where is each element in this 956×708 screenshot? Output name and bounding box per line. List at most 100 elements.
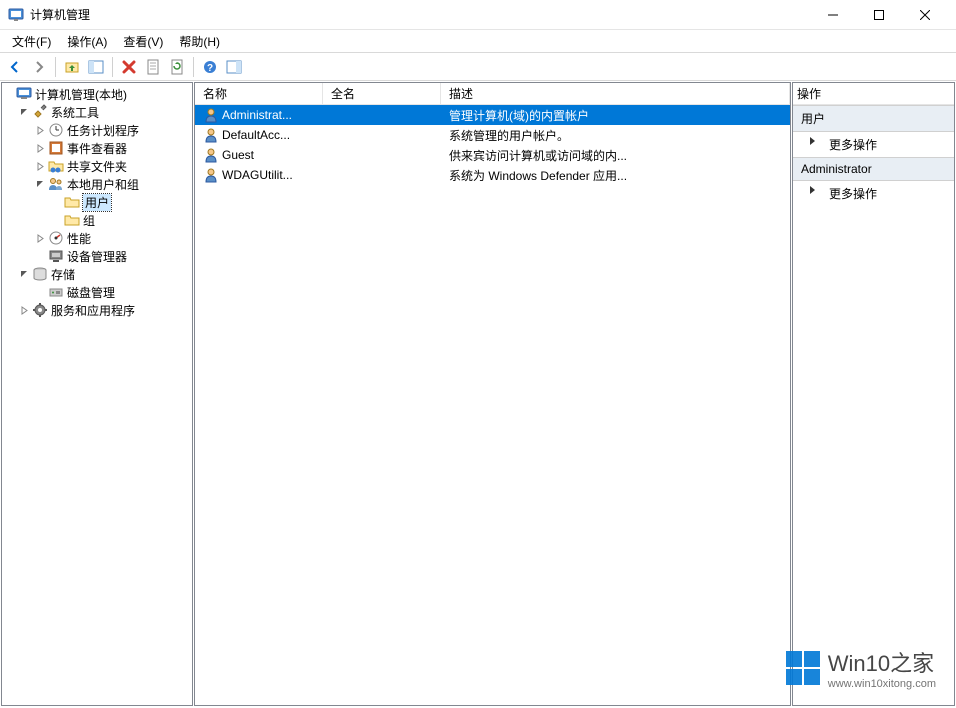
- performance-icon: [48, 230, 64, 246]
- tree-performance[interactable]: 性能: [2, 229, 192, 247]
- folder-icon: [64, 212, 80, 228]
- actions-more-1[interactable]: 更多操作: [793, 132, 954, 157]
- tools-icon: [32, 104, 48, 120]
- refresh-button[interactable]: [166, 56, 188, 78]
- expand-icon[interactable]: [34, 232, 47, 245]
- collapse-icon[interactable]: [34, 178, 47, 191]
- window-title: 计算机管理: [30, 6, 810, 23]
- tree-label: 组: [83, 212, 95, 229]
- actions-title: 操作: [793, 83, 954, 105]
- title-bar: 计算机管理: [0, 0, 956, 30]
- toolbar-separator: [193, 57, 194, 77]
- show-hide-actions-button[interactable]: [223, 56, 245, 78]
- cell-description: 系统为 Windows Defender 应用...: [441, 167, 790, 184]
- up-button[interactable]: [61, 56, 83, 78]
- expand-icon[interactable]: [34, 160, 47, 173]
- list-panel: 名称 全名 描述 Administrat...管理计算机(域)的内置帐户Defa…: [194, 82, 791, 706]
- close-button[interactable]: [902, 0, 948, 30]
- tree-storage[interactable]: 存储: [2, 265, 192, 283]
- cell-name: DefaultAcc...: [195, 127, 323, 143]
- expand-icon[interactable]: [18, 304, 31, 317]
- expand-icon[interactable]: [34, 286, 47, 299]
- tree-panel[interactable]: 计算机管理(本地) 系统工具 任务计划程序 事件查看器: [1, 82, 193, 706]
- cell-description: 系统管理的用户帐户。: [441, 127, 790, 144]
- collapse-icon[interactable]: [18, 268, 31, 281]
- window-controls: [810, 0, 948, 30]
- toolbar-separator: [112, 57, 113, 77]
- tree-label: 系统工具: [51, 104, 99, 121]
- list-row[interactable]: WDAGUtilit... 系统为 Windows Defender 应用...: [195, 165, 790, 185]
- cell-description: 管理计算机(域)的内置帐户: [441, 107, 790, 124]
- list-row[interactable]: Guest供来宾访问计算机或访问域的内...: [195, 145, 790, 165]
- menu-help[interactable]: 帮助(H): [171, 31, 228, 52]
- cell-name: Guest: [195, 147, 323, 163]
- tree-label: 服务和应用程序: [51, 302, 135, 319]
- menu-action[interactable]: 操作(A): [59, 31, 115, 52]
- expand-icon[interactable]: [50, 196, 63, 209]
- event-icon: [48, 140, 64, 156]
- tree-label: 计算机管理(本地): [35, 86, 127, 103]
- actions-panel: 操作 用户 更多操作 Administrator 更多操作: [792, 82, 955, 706]
- list-body[interactable]: Administrat...管理计算机(域)的内置帐户DefaultAcc...…: [195, 105, 790, 705]
- chevron-right-icon: [809, 136, 821, 148]
- list-header: 名称 全名 描述: [195, 83, 790, 105]
- user-icon: [203, 167, 219, 183]
- actions-more-2[interactable]: 更多操作: [793, 181, 954, 206]
- expand-icon[interactable]: [34, 142, 47, 155]
- column-description[interactable]: 描述: [441, 83, 790, 104]
- tree-label: 用户: [83, 194, 111, 211]
- tree-groups[interactable]: 组: [2, 211, 192, 229]
- tree-services-apps[interactable]: 服务和应用程序: [2, 301, 192, 319]
- disk-icon: [48, 284, 64, 300]
- expand-icon[interactable]: [34, 124, 47, 137]
- column-full-name[interactable]: 全名: [323, 83, 441, 104]
- folder-icon: [64, 194, 80, 210]
- expand-icon[interactable]: [50, 214, 63, 227]
- tree-label: 事件查看器: [67, 140, 127, 157]
- back-button[interactable]: [4, 56, 26, 78]
- help-button[interactable]: ?: [199, 56, 221, 78]
- list-row[interactable]: Administrat...管理计算机(域)的内置帐户: [195, 105, 790, 125]
- menu-view[interactable]: 查看(V): [115, 31, 171, 52]
- actions-item-label: 更多操作: [829, 187, 877, 201]
- minimize-button[interactable]: [810, 0, 856, 30]
- maximize-button[interactable]: [856, 0, 902, 30]
- list-row[interactable]: DefaultAcc... 系统管理的用户帐户。: [195, 125, 790, 145]
- tree-event-viewer[interactable]: 事件查看器: [2, 139, 192, 157]
- tree-label: 性能: [67, 230, 91, 247]
- menu-bar: 文件(F) 操作(A) 查看(V) 帮助(H): [0, 30, 956, 52]
- user-icon: [203, 107, 219, 123]
- forward-button[interactable]: [28, 56, 50, 78]
- tree-local-users-groups[interactable]: 本地用户和组: [2, 175, 192, 193]
- tree-root[interactable]: 计算机管理(本地): [2, 85, 192, 103]
- tree-shared-folders[interactable]: 共享文件夹: [2, 157, 192, 175]
- tree-label: 共享文件夹: [67, 158, 127, 175]
- actions-group-administrator: Administrator: [793, 157, 954, 181]
- collapse-icon[interactable]: [18, 106, 31, 119]
- tree-system-tools[interactable]: 系统工具: [2, 103, 192, 121]
- tree-task-scheduler[interactable]: 任务计划程序: [2, 121, 192, 139]
- show-hide-tree-button[interactable]: [85, 56, 107, 78]
- app-icon: [8, 7, 24, 23]
- cell-name: WDAGUtilit...: [195, 167, 323, 183]
- clock-icon: [48, 122, 64, 138]
- menu-file[interactable]: 文件(F): [4, 31, 59, 52]
- delete-button[interactable]: [118, 56, 140, 78]
- tree-label: 任务计划程序: [67, 122, 139, 139]
- tree-label: 磁盘管理: [67, 284, 115, 301]
- chevron-right-icon: [809, 185, 821, 197]
- tree: 计算机管理(本地) 系统工具 任务计划程序 事件查看器: [2, 83, 192, 321]
- actions-item-label: 更多操作: [829, 138, 877, 152]
- tree-device-manager[interactable]: 设备管理器: [2, 247, 192, 265]
- properties-button[interactable]: [142, 56, 164, 78]
- tree-users[interactable]: 用户: [2, 193, 192, 211]
- tree-disk-management[interactable]: 磁盘管理: [2, 283, 192, 301]
- expand-icon[interactable]: [34, 250, 47, 263]
- actions-group-users: 用户: [793, 105, 954, 132]
- storage-icon: [32, 266, 48, 282]
- expand-icon[interactable]: [2, 88, 15, 101]
- toolbar: ?: [0, 53, 956, 81]
- tree-label: 存储: [51, 266, 75, 283]
- column-name[interactable]: 名称: [195, 83, 323, 104]
- users-groups-icon: [48, 176, 64, 192]
